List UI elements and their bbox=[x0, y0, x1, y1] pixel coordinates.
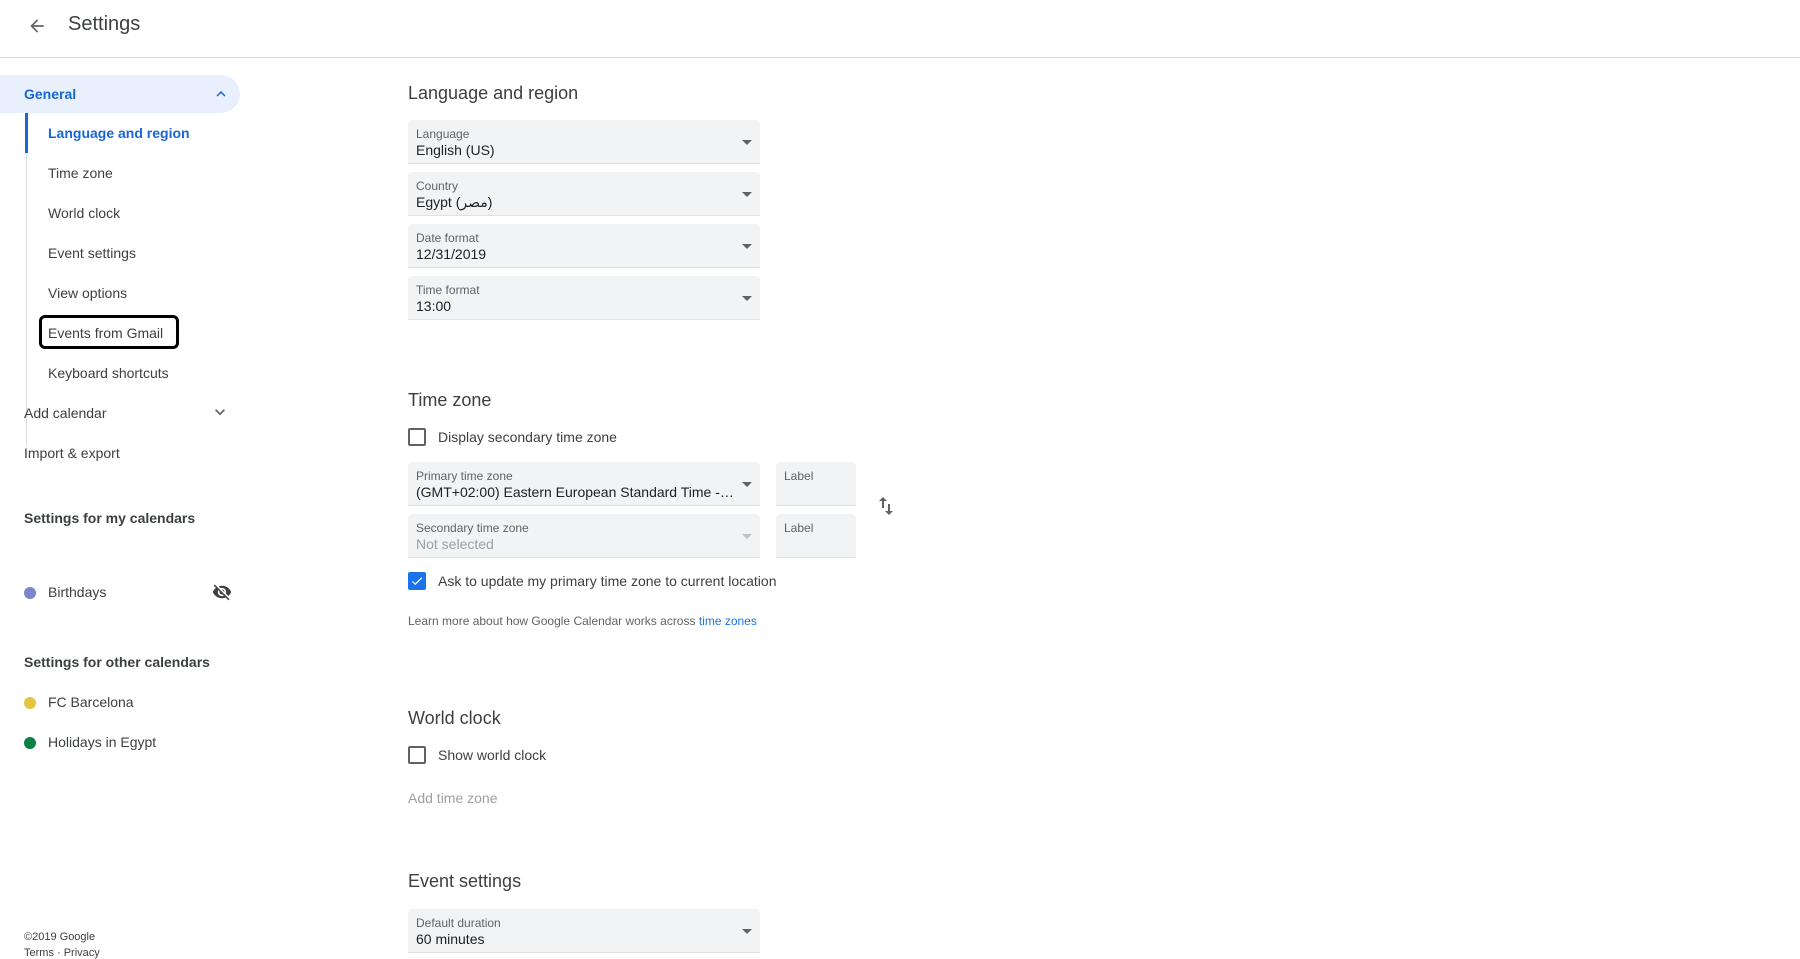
sidebar-item-birthdays[interactable]: Birthdays bbox=[0, 572, 240, 612]
checkbox-label: Display secondary time zone bbox=[438, 429, 617, 445]
section-title-world-clock: World clock bbox=[408, 708, 501, 728]
field-caption: Country bbox=[416, 179, 459, 193]
language-select[interactable]: Language English (US) bbox=[408, 120, 760, 164]
field-caption: Time format bbox=[416, 283, 480, 297]
field-value: 12/31/2019 bbox=[416, 246, 487, 262]
swap-time-zones-button[interactable] bbox=[874, 494, 902, 522]
visibility-off-icon[interactable] bbox=[212, 582, 232, 602]
sidebar-item-label: Keyboard shortcuts bbox=[48, 365, 169, 381]
dropdown-arrow-icon bbox=[742, 534, 752, 539]
sidebar-item-event-settings[interactable]: Event settings bbox=[27, 233, 227, 273]
dropdown-arrow-icon bbox=[742, 192, 752, 197]
field-caption: Label bbox=[784, 521, 814, 535]
sidebar-item-holidays-egypt[interactable]: Holidays in Egypt bbox=[0, 722, 240, 762]
primary-tz-label-input[interactable]: Label bbox=[776, 462, 856, 506]
help-text: Learn more about how Google Calendar wor… bbox=[408, 614, 699, 628]
sidebar-item-label: World clock bbox=[48, 205, 121, 221]
calendar-label: Birthdays bbox=[48, 584, 107, 600]
field-value: English (US) bbox=[416, 142, 495, 158]
section-title-event-settings: Event settings bbox=[408, 871, 522, 891]
arrow-back-icon bbox=[30, 19, 44, 33]
back-button[interactable] bbox=[22, 11, 52, 41]
checkbox-box bbox=[408, 572, 426, 590]
ask-update-tz-checkbox[interactable]: Ask to update my primary time zone to cu… bbox=[408, 570, 808, 594]
country-select[interactable]: Country Egypt (مصر) bbox=[408, 172, 760, 216]
check-icon bbox=[411, 577, 423, 586]
field-value: 13:00 bbox=[416, 298, 452, 314]
dropdown-arrow-icon bbox=[742, 244, 752, 249]
field-caption: Label bbox=[784, 469, 814, 483]
checkbox-box bbox=[408, 428, 426, 446]
field-caption: Secondary time zone bbox=[416, 521, 529, 535]
dropdown-arrow-icon bbox=[742, 929, 752, 934]
section-title-time-zone: Time zone bbox=[408, 390, 492, 410]
field-value: 60 minutes bbox=[416, 931, 485, 947]
calendar-label: FC Barcelona bbox=[48, 694, 134, 710]
show-world-clock-checkbox[interactable]: Show world clock bbox=[408, 744, 608, 768]
default-duration-select[interactable]: Default duration 60 minutes bbox=[408, 909, 760, 953]
chevron-down-icon bbox=[215, 409, 225, 416]
sidebar-item-label: View options bbox=[48, 285, 128, 301]
sidebar-item-general[interactable]: General bbox=[0, 75, 240, 113]
date-format-select[interactable]: Date format 12/31/2019 bbox=[408, 224, 760, 268]
sidebar-item-label: Import & export bbox=[24, 445, 120, 461]
sidebar-item-add-calendar[interactable]: Add calendar bbox=[0, 393, 240, 433]
time-zone-help-text: Learn more about how Google Calendar wor… bbox=[408, 614, 757, 628]
app-header: Settings bbox=[0, 0, 1800, 58]
primary-time-zone-select[interactable]: Primary time zone (GMT+02:00) Eastern Eu… bbox=[408, 462, 760, 506]
sidebar-item-events-from-gmail[interactable]: Events from Gmail bbox=[27, 313, 227, 353]
sidebar-item-label: Language and region bbox=[48, 125, 190, 141]
field-value: Not selected bbox=[416, 536, 494, 552]
sidebar-item-world-clock[interactable]: World clock bbox=[27, 193, 227, 233]
field-caption: Language bbox=[416, 127, 470, 141]
time-format-select[interactable]: Time format 13:00 bbox=[408, 276, 760, 320]
field-value: Egypt (مصر) bbox=[416, 194, 493, 210]
dropdown-arrow-icon bbox=[742, 296, 752, 301]
checkbox-label: Ask to update my primary time zone to cu… bbox=[438, 573, 777, 589]
secondary-tz-label-input[interactable]: Label bbox=[776, 514, 856, 558]
field-caption: Primary time zone bbox=[416, 469, 513, 483]
copyright-text: ©2019 Google bbox=[24, 931, 96, 943]
sidebar-item-language-region[interactable]: Language and region bbox=[25, 113, 225, 153]
display-secondary-tz-checkbox[interactable]: Display secondary time zone bbox=[408, 426, 648, 450]
section-title-language-region: Language and region bbox=[408, 83, 579, 103]
page-title: Settings bbox=[68, 13, 141, 35]
sidebar-item-label: Event settings bbox=[48, 245, 136, 261]
my-calendars-heading: Settings for my calendars bbox=[24, 510, 196, 526]
footer-links[interactable]: Terms · Privacy bbox=[24, 947, 100, 959]
sidebar-item-keyboard-shortcuts[interactable]: Keyboard shortcuts bbox=[27, 353, 227, 393]
sidebar-item-view-options[interactable]: View options bbox=[27, 273, 227, 313]
sidebar-item-fc-barcelona[interactable]: FC Barcelona bbox=[0, 682, 240, 722]
sidebar-item-import-export[interactable]: Import & export bbox=[0, 433, 240, 473]
calendar-color-dot bbox=[24, 737, 36, 749]
secondary-time-zone-select[interactable]: Secondary time zone Not selected bbox=[408, 514, 760, 558]
dropdown-arrow-icon bbox=[742, 482, 752, 487]
sidebar-item-label: Add calendar bbox=[24, 405, 107, 421]
checkbox-label: Show world clock bbox=[438, 747, 547, 763]
sidebar-item-label: General bbox=[24, 86, 77, 102]
swap-vert-icon bbox=[879, 497, 893, 515]
field-caption: Default duration bbox=[416, 916, 501, 930]
sidebar-item-label: Time zone bbox=[48, 165, 113, 181]
add-time-zone-button[interactable]: Add time zone bbox=[408, 790, 498, 806]
checkbox-box bbox=[408, 746, 426, 764]
calendar-color-dot bbox=[24, 697, 36, 709]
sidebar-item-label: Events from Gmail bbox=[48, 325, 164, 341]
settings-content: Language and region Language English (US… bbox=[408, 58, 1800, 954]
other-calendars-heading: Settings for other calendars bbox=[24, 654, 210, 670]
chevron-up-icon bbox=[216, 91, 226, 97]
calendar-color-dot bbox=[24, 587, 36, 599]
time-zones-link[interactable]: time zones bbox=[699, 614, 757, 628]
field-value: (GMT+02:00) Eastern European Standard Ti… bbox=[416, 484, 736, 500]
calendar-label: Holidays in Egypt bbox=[48, 734, 157, 750]
settings-sidebar: General Language and region Time zone Wo… bbox=[0, 58, 245, 959]
sidebar-item-time-zone[interactable]: Time zone bbox=[27, 153, 227, 193]
dropdown-arrow-icon bbox=[742, 140, 752, 145]
field-caption: Date format bbox=[416, 231, 479, 245]
